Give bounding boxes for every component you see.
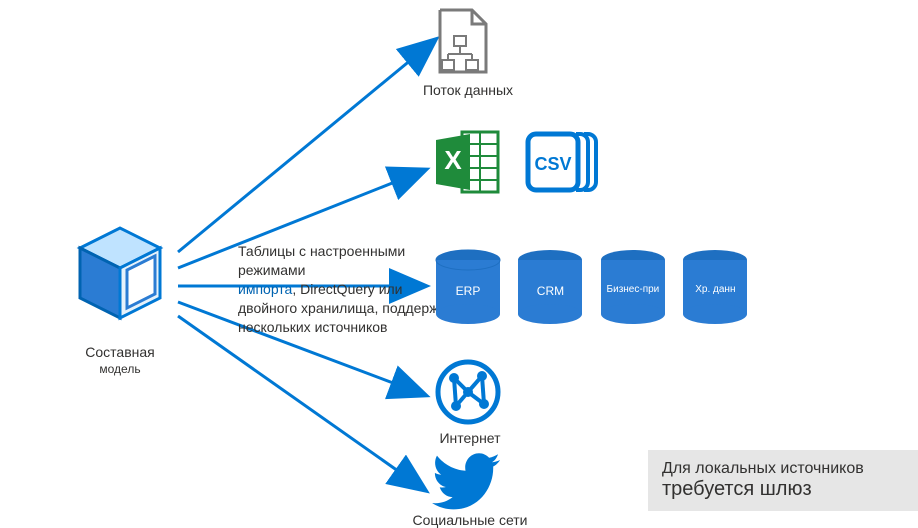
- internet-label: Интернет: [420, 430, 520, 446]
- composite-model-label: Составная модель: [60, 344, 180, 376]
- twitter-icon: [432, 452, 502, 515]
- center-line2b: , DirectQuery или: [292, 281, 402, 297]
- composite-model-icon: [60, 218, 180, 343]
- arrow-dataflow: [178, 40, 435, 252]
- csv-icon: CSV: [522, 126, 602, 203]
- arrow-social: [178, 316, 425, 490]
- social-label: Социальные сети: [400, 512, 540, 528]
- composite-model-label-line2: модель: [99, 362, 140, 376]
- center-line1: Таблицы с настроенными режимами: [238, 243, 405, 278]
- db-crm-label: CRM: [514, 284, 586, 298]
- db-erp: ERP: [432, 248, 504, 328]
- gateway-note-line1: Для локальных источников: [662, 460, 910, 478]
- excel-icon: X: [432, 126, 504, 203]
- db-dw-label: Хр. данн: [679, 284, 751, 295]
- center-line3: двойного хранилища, поддержка: [238, 300, 453, 316]
- databases-row: ERP CRM Бизнес-при Хр. данн: [432, 248, 757, 328]
- composite-model-label-line1: Составная: [85, 344, 154, 360]
- dataflow-icon: [432, 6, 496, 83]
- gateway-note-line2: требуется шлюз: [662, 478, 910, 501]
- svg-text:X: X: [444, 145, 462, 175]
- db-lob-label: Бизнес-при: [597, 284, 669, 295]
- gateway-note: Для локальных источников требуется шлюз: [648, 450, 918, 511]
- internet-icon: [432, 356, 504, 433]
- center-line4: нескольких источников: [238, 319, 387, 335]
- db-lob: Бизнес-при: [597, 248, 669, 328]
- diagram-canvas: Составная модель Таблицы с настроенными …: [0, 0, 918, 528]
- center-line2a: импорта: [238, 281, 292, 297]
- db-crm: CRM: [514, 248, 586, 328]
- db-erp-label: ERP: [432, 284, 504, 298]
- center-description: Таблицы с настроенными режимами импорта,…: [238, 242, 458, 336]
- csv-text: CSV: [534, 154, 571, 174]
- dataflow-label: Поток данных: [408, 82, 528, 98]
- db-dw: Хр. данн: [679, 248, 751, 328]
